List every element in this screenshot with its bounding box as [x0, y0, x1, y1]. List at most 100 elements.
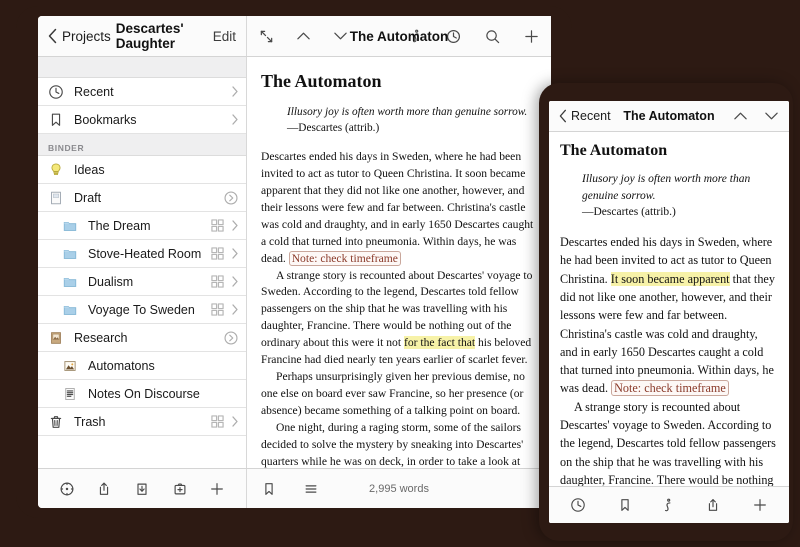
tablet-bottom-bar: 2,995 words	[38, 468, 551, 508]
research-book-icon	[46, 328, 65, 347]
grid-view-icon[interactable]	[211, 303, 224, 316]
sidebar-item-label: Recent	[74, 85, 114, 99]
grid-view-icon[interactable]	[211, 247, 224, 260]
tablet-nav-left: Projects Descartes' Daughter Edit	[38, 16, 247, 56]
bookmark-icon	[46, 110, 65, 129]
chevron-down-icon[interactable]	[333, 31, 348, 41]
binder-section-label: BINDER	[48, 143, 84, 153]
editor-paragraph-2: A strange story is recounted about Desca…	[261, 268, 535, 370]
sidebar-item-label: Stove-Heated Room	[88, 247, 201, 261]
plus-icon[interactable]	[209, 481, 225, 497]
sidebar-item-label: Automatons	[88, 359, 155, 373]
chevron-right-circle-icon[interactable]	[224, 331, 238, 345]
back-chevron-icon[interactable]	[48, 28, 57, 44]
projects-back-link[interactable]: Projects	[62, 29, 111, 44]
compass-icon[interactable]	[59, 481, 75, 497]
epigraph-quote: Illusory joy is often worth more than ge…	[582, 173, 750, 202]
folder-icon	[60, 216, 79, 235]
paragraph-text: that they did not like one another, howe…	[560, 272, 775, 396]
chevron-up-icon[interactable]	[733, 111, 748, 121]
sidebar-item-dualism[interactable]: Dualism	[38, 268, 246, 296]
grid-view-icon[interactable]	[211, 275, 224, 288]
phone-document-editor[interactable]: The Automaton Illusory joy is often wort…	[549, 132, 789, 486]
folder-icon	[60, 272, 79, 291]
inline-annotation[interactable]: Note: check timeframe	[289, 251, 401, 266]
folder-icon	[60, 244, 79, 263]
phone-screen: Recent The Automaton The Automaton Illus…	[549, 101, 789, 523]
trash-icon	[46, 412, 65, 431]
binder-sidebar: Recent Bookmarks	[38, 57, 247, 468]
tablet-top-bar: Projects Descartes' Daughter Edit	[38, 16, 551, 57]
sidebar-item-stove-heated-room[interactable]: Stove-Heated Room	[38, 240, 246, 268]
share-icon[interactable]	[96, 481, 112, 497]
search-icon[interactable]	[485, 29, 500, 44]
sidebar-item-label: Draft	[74, 191, 101, 205]
phone-epigraph: Illusory joy is often worth more than ge…	[582, 171, 778, 221]
editor-paragraph-4: One night, during a raging storm, some o…	[261, 420, 535, 468]
list-icon[interactable]	[303, 481, 319, 497]
chevron-right-icon	[232, 86, 238, 97]
screenshot-stage: Projects Descartes' Daughter Edit	[0, 0, 800, 547]
sidebar-item-trash[interactable]: Trash	[38, 408, 246, 436]
sidebar-item-bookmarks[interactable]: Bookmarks	[38, 106, 246, 134]
chevron-right-circle-icon[interactable]	[224, 191, 238, 205]
expand-arrows-icon[interactable]	[259, 29, 274, 44]
chevron-right-icon[interactable]	[232, 304, 238, 315]
phone-editor-heading: The Automaton	[560, 142, 778, 160]
bookmark-icon[interactable]	[261, 481, 277, 497]
add-media-icon[interactable]	[172, 481, 188, 497]
paragraph-text: Descartes ended his days in Sweden, wher…	[261, 150, 533, 265]
editor-paragraph-1: Descartes ended his days in Sweden, wher…	[261, 149, 535, 267]
sidebar-item-the-dream[interactable]: The Dream	[38, 212, 246, 240]
clock-icon[interactable]	[446, 29, 461, 44]
lightbulb-icon	[46, 160, 65, 179]
clock-icon[interactable]	[570, 497, 586, 513]
chevron-right-icon[interactable]	[232, 276, 238, 287]
phone-back-label: Recent	[571, 109, 611, 123]
editor-epigraph: Illusory joy is often worth more than ge…	[287, 104, 535, 136]
document-editor[interactable]: The Automaton Illusory joy is often wort…	[247, 57, 551, 468]
grid-view-icon[interactable]	[211, 415, 224, 428]
sidebar-item-automatons[interactable]: Automatons	[38, 352, 246, 380]
grid-view-icon[interactable]	[211, 219, 224, 232]
sidebar-item-label: Research	[74, 331, 128, 345]
plus-icon[interactable]	[752, 497, 768, 513]
edit-button[interactable]: Edit	[213, 29, 236, 44]
highlighted-text[interactable]: for the fact that	[404, 336, 475, 349]
info-icon[interactable]	[411, 29, 422, 44]
sidebar-item-draft[interactable]: Draft	[38, 184, 246, 212]
sidebar-item-notes-on-discourse[interactable]: Notes On Discourse	[38, 380, 246, 408]
tablet-body: Recent Bookmarks	[38, 57, 551, 468]
word-count: 2,995 words	[247, 483, 551, 495]
inline-annotation[interactable]: Note: check timeframe	[611, 380, 729, 396]
epigraph-quote: Illusory joy is often worth more than ge…	[287, 106, 527, 118]
chevron-up-icon[interactable]	[296, 31, 311, 41]
editor-heading: The Automaton	[261, 71, 535, 92]
sidebar-item-research[interactable]: Research	[38, 324, 246, 352]
back-chevron-icon	[559, 109, 567, 123]
document-title: Descartes' Daughter	[116, 21, 208, 51]
epigraph-attribution: —Descartes (attrib.)	[582, 206, 676, 218]
sidebar-item-voyage-to-sweden[interactable]: Voyage To Sweden	[38, 296, 246, 324]
sidebar-item-label: Notes On Discourse	[88, 387, 200, 401]
info-icon[interactable]	[663, 498, 674, 513]
phone-top-bar: Recent The Automaton	[549, 101, 789, 132]
chevron-down-icon[interactable]	[764, 111, 779, 121]
tablet-editor-toolbar: The Automaton	[247, 16, 551, 56]
phone-back-button[interactable]: Recent	[559, 109, 611, 123]
sidebar-item-label: Ideas	[74, 163, 105, 177]
sidebar-item-ideas[interactable]: Ideas	[38, 156, 246, 184]
import-icon[interactable]	[134, 481, 150, 497]
editor-paragraph-3: Perhaps unsurprisingly given her previou…	[261, 369, 535, 420]
epigraph-attribution: —Descartes (attrib.)	[287, 122, 379, 134]
chevron-right-icon[interactable]	[232, 416, 238, 427]
plus-icon[interactable]	[524, 29, 539, 44]
bookmark-icon[interactable]	[617, 497, 633, 513]
phone-bottom-toolbar	[549, 486, 789, 523]
share-icon[interactable]	[705, 497, 721, 513]
document-icon	[46, 188, 65, 207]
chevron-right-icon[interactable]	[232, 248, 238, 259]
highlighted-text[interactable]: It soon became apparent	[611, 272, 730, 286]
chevron-right-icon[interactable]	[232, 220, 238, 231]
sidebar-item-recent[interactable]: Recent	[38, 78, 246, 106]
